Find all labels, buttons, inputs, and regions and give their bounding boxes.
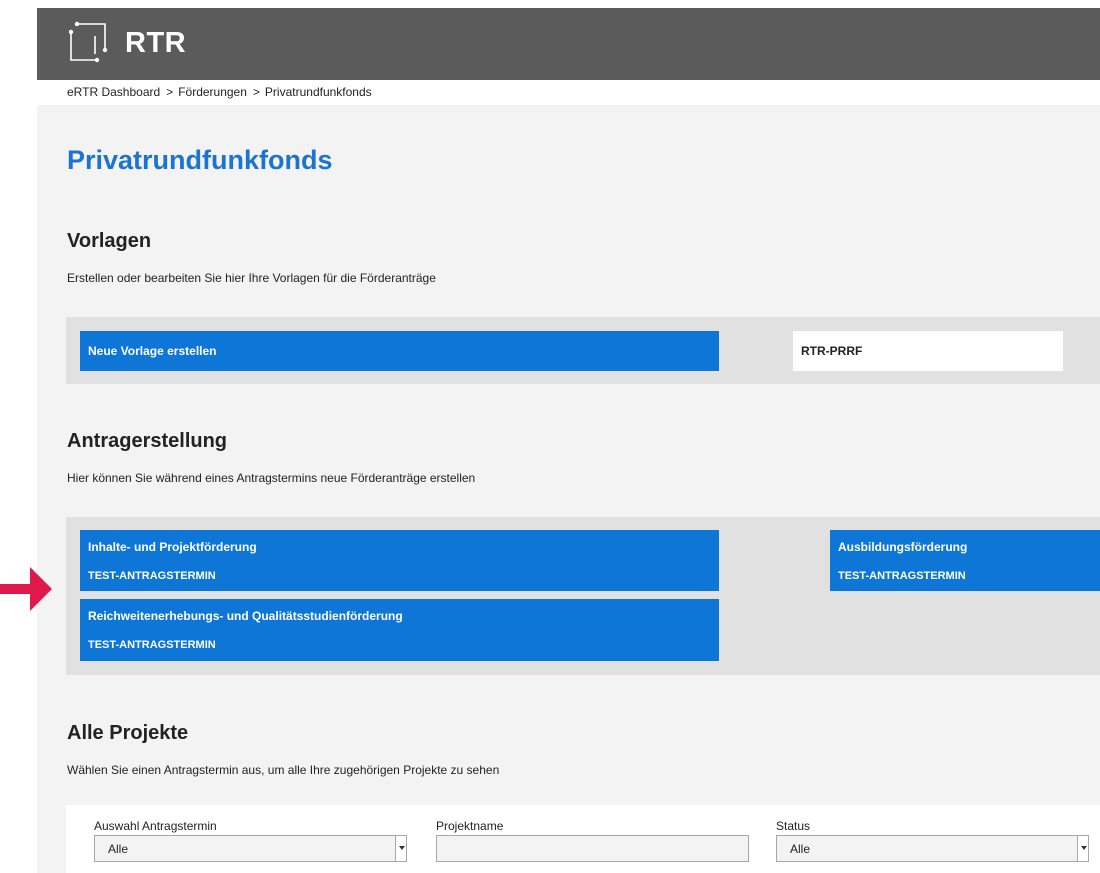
tile-subtitle: TEST-ANTRAGSTERMIN [838, 570, 966, 582]
new-template-button[interactable]: Neue Vorlage erstellen [80, 331, 719, 371]
section-desc-antrag: Hier können Sie während eines Antragster… [67, 471, 476, 485]
breadcrumb-dashboard[interactable]: eRTR Dashboard [67, 85, 160, 99]
chevron-down-icon[interactable] [1077, 836, 1088, 861]
section-desc-projekte: Wählen Sie einen Antragstermin aus, um a… [67, 763, 500, 777]
page-title: Privatrundfunkfonds [67, 145, 333, 175]
filter-label-status: Status [776, 819, 811, 833]
tile-title: Reichweitenerhebungs- und Qualitätsstudi… [88, 609, 403, 623]
termin-select-value: Alle [108, 842, 129, 856]
termin-select[interactable]: Alle [94, 835, 407, 862]
breadcrumb: eRTR Dashboard > Förderungen > Privatrun… [67, 83, 372, 101]
app-header: RTR [37, 8, 1100, 80]
tile-reichweitenerhebung[interactable]: Reichweitenerhebungs- und Qualitätsstudi… [80, 599, 719, 661]
tile-subtitle: TEST-ANTRAGSTERMIN [88, 639, 216, 651]
status-select-value: Alle [790, 842, 811, 856]
section-title-vorlagen: Vorlagen [67, 230, 152, 252]
section-desc-vorlagen: Erstellen oder bearbeiten Sie hier Ihre … [67, 271, 436, 285]
projektname-input[interactable] [436, 835, 749, 862]
rtr-logo-icon[interactable] [67, 20, 109, 64]
app-logo-text[interactable]: RTR [125, 27, 186, 60]
filter-label-termin: Auswahl Antragstermin [94, 819, 217, 833]
main-content: Privatrundfunkfonds Vorlagen Erstellen o… [37, 105, 1100, 873]
projects-filter-panel: Auswahl Antragstermin Alle Projektname S… [66, 805, 1100, 873]
tile-subtitle: TEST-ANTRAGSTERMIN [88, 570, 216, 582]
arrow-right-icon [0, 567, 52, 611]
chevron-right-icon: > [252, 85, 260, 99]
antrag-panel: Inhalte- und Projektförderung TEST-ANTRA… [66, 517, 1100, 675]
breadcrumb-current: Privatrundfunkfonds [264, 85, 372, 99]
section-title-antrag: Antragerstellung [67, 430, 228, 452]
filter-label-projektname: Projektname [436, 819, 504, 833]
template-name: RTR-PRRF [801, 344, 863, 358]
status-select[interactable]: Alle [776, 835, 1089, 862]
tile-ausbildungsfoerderung[interactable]: Ausbildungsförderung TEST-ANTRAGSTERMIN [830, 530, 1100, 591]
new-template-label: Neue Vorlage erstellen [88, 344, 217, 358]
section-title-projekte: Alle Projekte [67, 722, 189, 744]
tile-title: Ausbildungsförderung [838, 540, 968, 554]
tile-inhalte-projektfoerderung[interactable]: Inhalte- und Projektförderung TEST-ANTRA… [80, 530, 719, 591]
chevron-down-icon[interactable] [395, 836, 406, 861]
tile-title: Inhalte- und Projektförderung [88, 540, 257, 554]
breadcrumb-foerderungen[interactable]: Förderungen [178, 85, 247, 99]
chevron-right-icon: > [166, 85, 174, 99]
template-rtr-prrf[interactable]: RTR-PRRF [793, 331, 1063, 371]
